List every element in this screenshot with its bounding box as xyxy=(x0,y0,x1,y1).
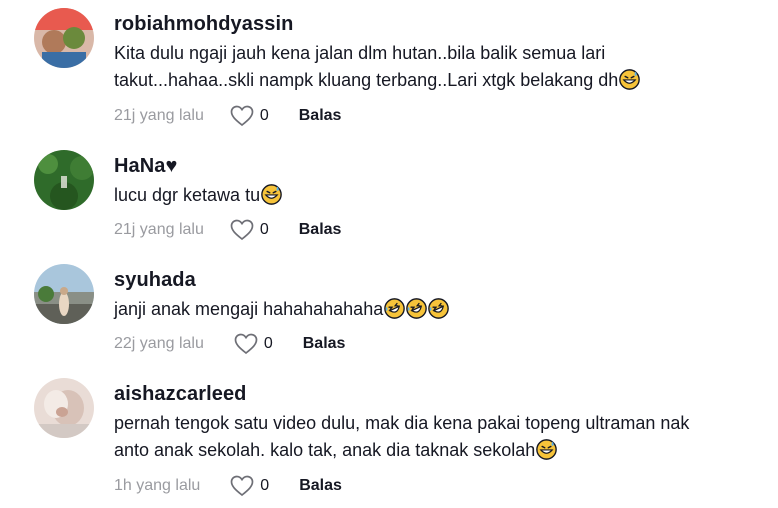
heart-icon xyxy=(230,105,254,127)
timestamp: 22j yang lalu xyxy=(114,335,204,352)
avatar-image xyxy=(34,8,94,68)
comment-text-line: janji anak mengaji hahahahahaha xyxy=(114,299,384,319)
grinning-sweat-emoji xyxy=(261,184,282,205)
grinning-sweat-emoji xyxy=(536,439,558,460)
reply-button[interactable]: Balas xyxy=(303,335,346,353)
avatar[interactable] xyxy=(34,8,94,68)
rolling-laughing-emoji xyxy=(428,298,450,319)
rolling-laughing-emoji xyxy=(406,298,428,319)
username[interactable]: HaNa♥ xyxy=(114,155,178,178)
timestamp: 21j yang lalu xyxy=(114,107,204,124)
like-button[interactable]: 0 xyxy=(234,333,273,355)
comment-meta: 22j yang lalu 0 Balas xyxy=(114,331,345,357)
comment-text: pernah tengok satu video dulu, mak dia k… xyxy=(114,410,754,464)
heart-icon xyxy=(230,219,254,241)
reply-button[interactable]: Balas xyxy=(299,477,342,495)
comment-text: lucu dgr ketawa tu xyxy=(114,182,754,209)
grinning-sweat-emoji xyxy=(619,69,641,90)
avatar[interactable] xyxy=(34,378,94,438)
username[interactable]: aishazcarleed xyxy=(114,383,247,406)
avatar-image xyxy=(34,264,94,324)
like-button[interactable]: 0 xyxy=(230,219,269,241)
like-count: 0 xyxy=(260,477,270,494)
comment-text-line: pernah tengok satu video dulu, mak dia k… xyxy=(114,413,690,433)
comment-meta: 21j yang lalu 0 Balas xyxy=(114,217,341,243)
like-count: 0 xyxy=(263,335,273,352)
timestamp: 1h yang lalu xyxy=(114,477,201,494)
like-count: 0 xyxy=(259,107,269,124)
rolling-laughing-emoji xyxy=(384,298,406,319)
timestamp: 21j yang lalu xyxy=(114,221,204,238)
comment-text: janji anak mengaji hahahahahaha xyxy=(114,296,754,323)
comment-text: Kita dulu ngaji jauh kena jalan dlm huta… xyxy=(114,40,754,94)
username[interactable]: syuhada xyxy=(114,269,196,292)
avatar-image xyxy=(34,378,94,438)
avatar[interactable] xyxy=(34,264,94,324)
avatar-image xyxy=(34,150,94,210)
comment-text-line: anto anak sekolah. kalo tak, anak dia ta… xyxy=(114,440,536,460)
like-button[interactable]: 0 xyxy=(230,475,269,497)
like-button[interactable]: 0 xyxy=(230,105,269,127)
avatar[interactable] xyxy=(34,150,94,210)
comment-text-line: takut...hahaa..skli nampk kluang terbang… xyxy=(114,70,619,90)
comment-text-line: Kita dulu ngaji jauh kena jalan dlm huta… xyxy=(114,43,606,63)
heart-icon xyxy=(234,333,258,355)
heart-icon xyxy=(230,475,254,497)
comment-text-line: lucu dgr ketawa tu xyxy=(114,185,261,205)
comment-meta: 1h yang lalu 0 Balas xyxy=(114,473,342,499)
comment-meta: 21j yang lalu 0 Balas xyxy=(114,103,341,129)
username[interactable]: robiahmohdyassin xyxy=(114,13,293,36)
reply-button[interactable]: Balas xyxy=(299,107,342,125)
reply-button[interactable]: Balas xyxy=(299,221,342,239)
like-count: 0 xyxy=(259,221,269,238)
